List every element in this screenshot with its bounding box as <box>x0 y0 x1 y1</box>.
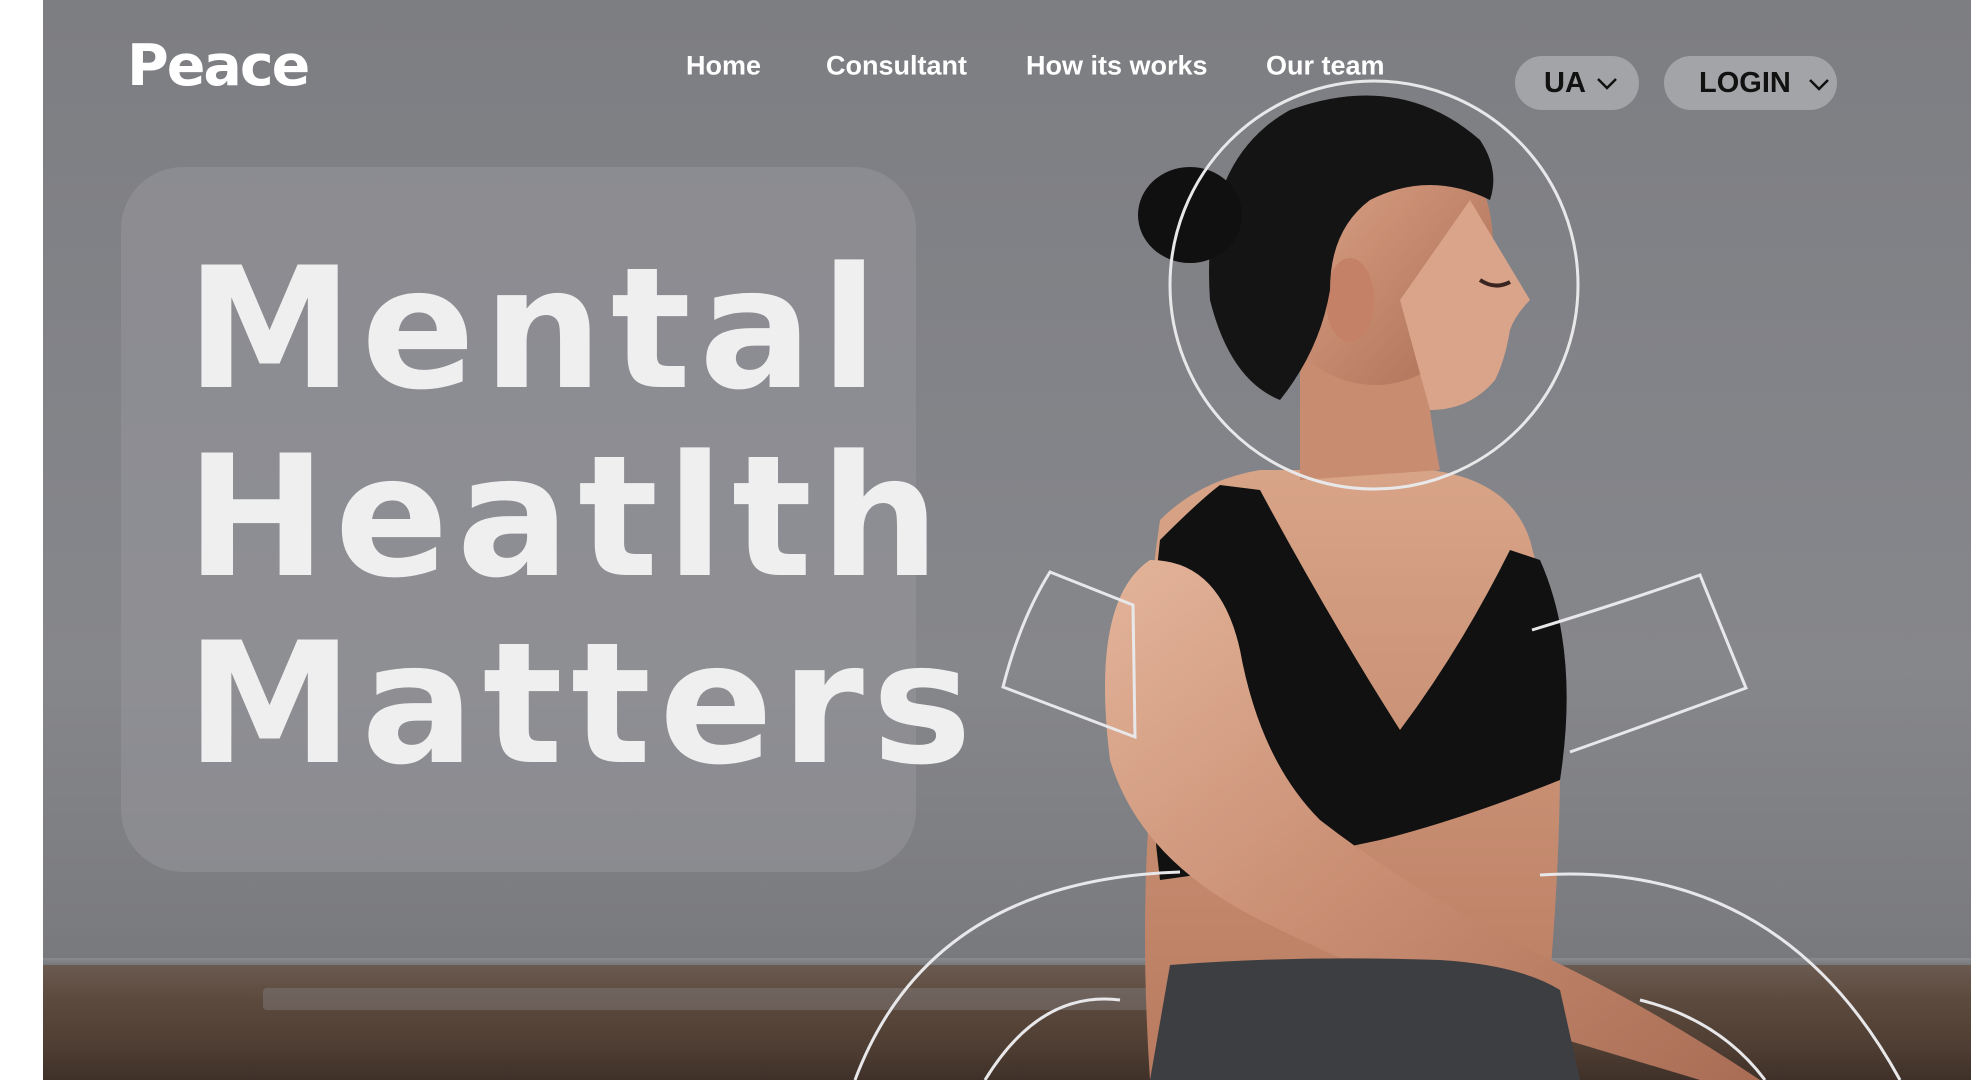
headline-line-3: Matters <box>186 606 980 802</box>
line-head-circle <box>1168 79 1580 491</box>
line-right-arm <box>1531 573 1748 754</box>
language-selector[interactable]: UA <box>1515 56 1639 110</box>
headline-line-1: Mental <box>186 231 886 427</box>
chevron-down-icon <box>1809 79 1829 91</box>
nav-our-team[interactable]: Our team <box>1266 51 1385 82</box>
language-label: UA <box>1544 66 1586 99</box>
line-right-leg-inner <box>1639 998 1767 1080</box>
line-left-leg-outer <box>853 870 1181 1080</box>
login-label: LOGIN <box>1699 66 1791 99</box>
page: Mental Heatlth Matters Peace Home Consul… <box>0 0 1971 1080</box>
nav-home[interactable]: Home <box>686 51 761 82</box>
line-left-leg-inner <box>983 997 1121 1080</box>
line-right-leg-outer <box>1539 872 1902 1080</box>
nav-consultant[interactable]: Consultant <box>826 51 967 82</box>
headline-line-2: Heatlth <box>186 419 948 615</box>
login-button[interactable]: LOGIN <box>1664 56 1837 110</box>
line-left-arm <box>1001 570 1137 740</box>
logo[interactable]: Peace <box>127 38 310 95</box>
chevron-down-icon <box>1597 78 1617 90</box>
nav-how-it-works[interactable]: How its works <box>1026 51 1208 82</box>
